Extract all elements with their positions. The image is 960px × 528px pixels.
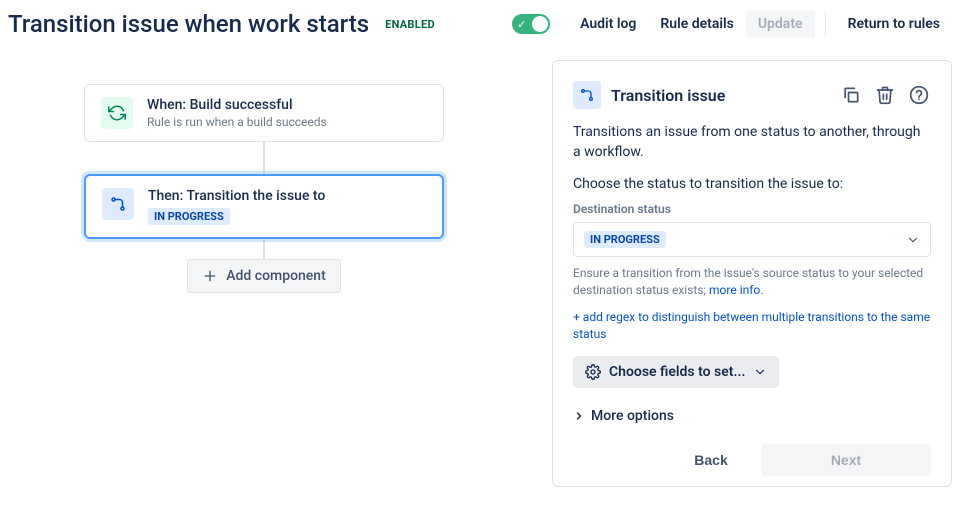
transition-icon xyxy=(573,81,601,109)
help-icon[interactable] xyxy=(907,83,931,107)
connector-line xyxy=(263,239,265,259)
enabled-badge: ENABLED xyxy=(381,16,439,33)
add-regex-link[interactable]: + add regex to distinguish between multi… xyxy=(573,309,931,343)
refresh-icon xyxy=(101,97,133,129)
action-status-pill: IN PROGRESS xyxy=(148,208,230,225)
nav-return-to-rules[interactable]: Return to rules xyxy=(836,10,952,38)
trigger-subtitle: Rule is run when a build succeeds xyxy=(147,115,327,129)
page-title: Transition issue when work starts xyxy=(8,10,369,38)
more-options-label: More options xyxy=(591,408,674,424)
choose-status-label: Choose the status to transition the issu… xyxy=(573,176,931,192)
trigger-card[interactable]: When: Build successful Rule is run when … xyxy=(84,84,444,142)
destination-status-select[interactable]: IN PROGRESS xyxy=(573,222,931,257)
panel-title: Transition issue xyxy=(611,86,829,105)
panel-description: Transitions an issue from one status to … xyxy=(573,123,931,162)
config-panel: Transition issue Transitions an issue fr… xyxy=(552,60,952,487)
selected-status-value: IN PROGRESS xyxy=(584,231,666,248)
transition-icon xyxy=(102,188,134,220)
connector-line xyxy=(263,142,265,174)
nav-update: Update xyxy=(746,10,815,38)
choose-fields-button[interactable]: Choose fields to set... xyxy=(573,356,779,388)
delete-icon[interactable] xyxy=(873,83,897,107)
nav-rule-details[interactable]: Rule details xyxy=(648,10,745,38)
chevron-down-icon xyxy=(906,233,920,247)
nav-divider xyxy=(825,13,826,35)
check-icon: ✓ xyxy=(517,19,526,30)
action-title: Then: Transition the issue to xyxy=(148,188,325,204)
choose-fields-label: Choose fields to set... xyxy=(609,364,745,380)
chevron-right-icon xyxy=(573,410,585,422)
back-button[interactable]: Back xyxy=(671,444,751,476)
gear-icon xyxy=(585,364,601,380)
chevron-down-icon xyxy=(753,365,767,379)
next-button: Next xyxy=(761,444,931,476)
toggle-knob xyxy=(532,16,548,32)
copy-icon[interactable] xyxy=(839,83,863,107)
enable-toggle[interactable]: ✓ xyxy=(512,14,550,34)
add-component-label: Add component xyxy=(226,268,326,284)
nav-audit-log[interactable]: Audit log xyxy=(568,10,648,38)
action-card[interactable]: Then: Transition the issue to IN PROGRES… xyxy=(84,174,444,239)
trigger-title: When: Build successful xyxy=(147,97,327,113)
more-info-link[interactable]: more info xyxy=(709,283,760,297)
add-component-button[interactable]: Add component xyxy=(187,259,341,293)
helper-text: Ensure a transition from the issue's sou… xyxy=(573,265,931,299)
destination-status-label: Destination status xyxy=(573,202,931,216)
more-options-toggle[interactable]: More options xyxy=(573,402,931,430)
